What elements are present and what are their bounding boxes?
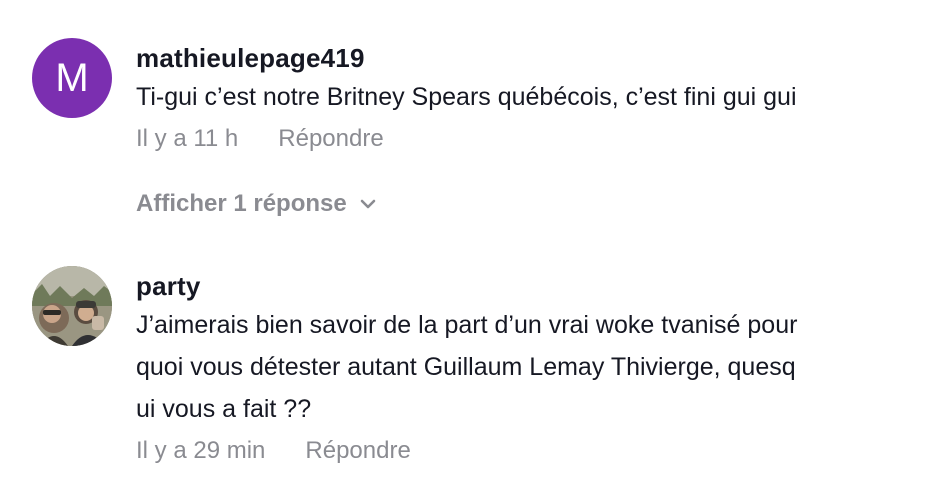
avatar[interactable] bbox=[32, 266, 112, 346]
avatar[interactable]: M bbox=[32, 38, 112, 118]
view-replies-label: Afficher 1 réponse bbox=[136, 190, 347, 217]
comment-meta: Il y a 11 h Répondre bbox=[136, 122, 924, 156]
comment-username[interactable]: party bbox=[136, 270, 924, 302]
comment-item: party J’aimerais bien savoir de la part … bbox=[0, 250, 948, 482]
reply-button[interactable]: Répondre bbox=[305, 434, 410, 468]
comment-text: Ti-gui c’est notre Britney Spears québéc… bbox=[136, 83, 797, 111]
comment-text-line: ui vous a fait ?? bbox=[136, 395, 312, 423]
chevron-down-icon bbox=[357, 193, 379, 215]
avatar-letter: M bbox=[55, 55, 89, 100]
comment-meta: Il y a 29 min Répondre bbox=[136, 434, 924, 468]
comment-text-line: quoi vous détester autant Guillaum Lemay… bbox=[136, 353, 796, 381]
avatar-photo-image bbox=[32, 266, 112, 346]
comment-time: Il y a 11 h bbox=[136, 125, 239, 152]
comment-item: M mathieulepage419 Ti-gui c’est notre Br… bbox=[0, 0, 948, 170]
comment-username[interactable]: mathieulepage419 bbox=[136, 42, 924, 74]
reply-button[interactable]: Répondre bbox=[278, 122, 383, 156]
comment-text: J’aimerais bien savoir de la part d’un v… bbox=[136, 304, 924, 430]
comment-body: mathieulepage419 Ti-gui c’est notre Brit… bbox=[136, 42, 924, 156]
comment-text-line: J’aimerais bien savoir de la part d’un v… bbox=[136, 311, 798, 339]
view-replies-button[interactable]: Afficher 1 réponse bbox=[136, 190, 379, 218]
comment-body: party J’aimerais bien savoir de la part … bbox=[136, 270, 924, 468]
comment-time: Il y a 29 min bbox=[136, 437, 266, 464]
